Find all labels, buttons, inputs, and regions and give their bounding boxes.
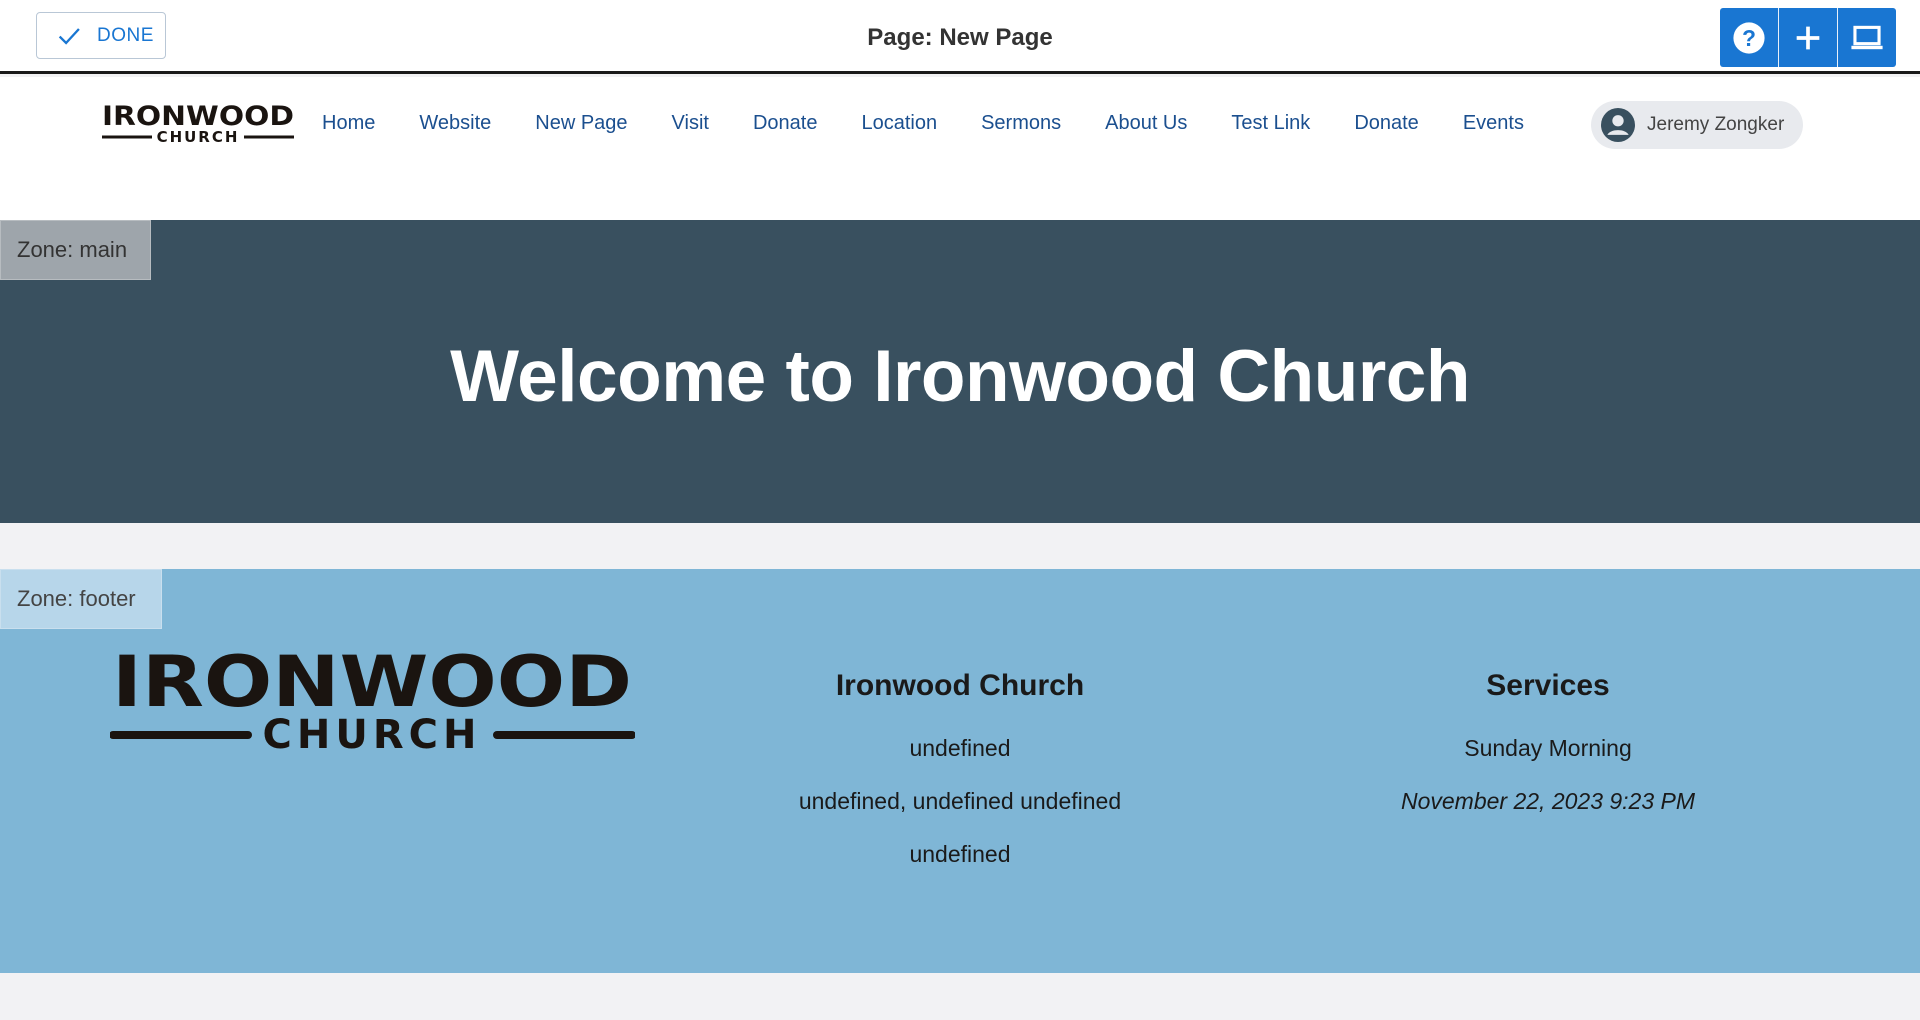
- nav-item-new-page[interactable]: New Page: [524, 112, 638, 135]
- nav-item-events[interactable]: Events: [1452, 112, 1535, 135]
- plus-icon: [1796, 26, 1820, 49]
- nav-item-donate[interactable]: Donate: [1343, 112, 1430, 135]
- church-address-line1: undefined: [909, 735, 1011, 761]
- zone-footer[interactable]: Zone: footer IRONWOOD CHURCH Ironwood Ch…: [0, 569, 1920, 973]
- church-address-line2: undefined, undefined undefined: [798, 788, 1122, 814]
- editor-toolbar: DONE Page: New Page ?: [0, 0, 1920, 74]
- nav-item-website[interactable]: Website: [408, 112, 502, 135]
- nav-item-about-us[interactable]: About Us: [1094, 112, 1198, 135]
- svg-text:?: ?: [1742, 24, 1756, 50]
- zone-main-label: Zone: main: [0, 220, 151, 280]
- nav-item-home[interactable]: Home: [311, 112, 386, 135]
- account-icon: [1601, 108, 1635, 142]
- main-nav: Home Website New Page Visit Donate Location Se…: [300, 100, 1546, 146]
- help-icon: ?: [1733, 21, 1765, 54]
- services-heading: Services: [1486, 669, 1610, 702]
- laptop-icon: [1851, 25, 1883, 49]
- nav-item-visit[interactable]: Visit: [661, 112, 720, 135]
- nav-item-location[interactable]: Location: [850, 112, 948, 135]
- help-button[interactable]: ?: [1720, 8, 1779, 67]
- logo-line2: CHURCH: [157, 128, 240, 146]
- add-button[interactable]: [1779, 8, 1838, 67]
- editor-tools: ?: [1720, 8, 1896, 67]
- footer-logo[interactable]: IRONWOOD CHURCH: [110, 644, 635, 754]
- service-datetime: November 22, 2023 9:23 PM: [1400, 788, 1696, 814]
- church-address-line3: undefined: [909, 841, 1011, 867]
- site-header: IRONWOOD CHURCH Home Website New Page Visit…: [0, 77, 1920, 220]
- church-logo[interactable]: IRONWOOD CHURCH: [100, 100, 296, 146]
- preview-button[interactable]: [1838, 8, 1896, 67]
- zone-footer-label: Zone: footer: [0, 569, 162, 629]
- page-title: Page: New Page: [867, 24, 1053, 51]
- nav-item-sermons[interactable]: Sermons: [970, 112, 1072, 135]
- zone-main[interactable]: Zone: main Welcome to Ironwood Church: [0, 220, 1920, 523]
- service-name: Sunday Morning: [1464, 735, 1632, 761]
- user-name: Jeremy Zongker: [1647, 114, 1785, 135]
- nav-item-test-link[interactable]: Test Link: [1220, 112, 1321, 135]
- nav-item-donate[interactable]: Donate: [742, 112, 829, 135]
- user-menu[interactable]: Jeremy Zongker: [1591, 101, 1803, 149]
- footer-logo-line2: CHURCH: [263, 712, 482, 754]
- church-heading: Ironwood Church: [835, 669, 1085, 702]
- hero-title[interactable]: Welcome to Ironwood Church: [0, 335, 1920, 418]
- services-info: Services Sunday Morning November 22, 202…: [1348, 669, 1748, 839]
- church-info: Ironwood Church undefined undefined, und…: [760, 669, 1160, 892]
